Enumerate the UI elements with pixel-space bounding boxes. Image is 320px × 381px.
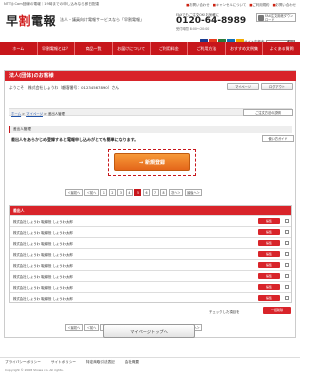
- table-row: 株式会社しょうわ 取締役 しょうわ太郎 編集: [10, 281, 291, 292]
- pager-next[interactable]: 次へ＞: [168, 189, 184, 196]
- row-checkbox[interactable]: [285, 263, 289, 267]
- edit-button[interactable]: 編集: [258, 218, 280, 224]
- table-row: 株式会社しょうわ 取締役 しょうわ太郎 編集: [10, 270, 291, 281]
- row-checkbox[interactable]: [285, 296, 289, 300]
- use-guide-button[interactable]: 使い方ガイド: [262, 135, 294, 142]
- footer-link-commerce-law[interactable]: 特定商取引法表記: [86, 358, 115, 366]
- sender-name: 株式会社しょうわ 取締役 しょうわ太郎: [13, 275, 73, 279]
- footer-link-site-policy[interactable]: サイトポリシー: [51, 358, 76, 366]
- new-register-highlight: → 新規登録: [108, 149, 196, 176]
- sender-name: 株式会社しょうわ 取締役 しょうわ太郎: [13, 264, 73, 268]
- edit-button[interactable]: 編集: [258, 240, 280, 246]
- freedial-number: 0120-64-8989: [176, 16, 247, 26]
- pager-top: ＜最初へ ＜前へ 1 2 3 4 5 6 7 8 次へ＞ 最後へ＞: [65, 189, 203, 197]
- sender-name: 株式会社しょうわ 取締役 しょうわ太郎: [13, 231, 73, 235]
- nav-faq[interactable]: よくある質問: [263, 42, 300, 55]
- fax-download-button[interactable]: FAX注文用紙ダウンロード: [256, 13, 296, 22]
- edit-button[interactable]: 編集: [258, 229, 280, 235]
- site-logo[interactable]: 早割電報: [6, 12, 56, 29]
- freedial-block: FAXでもご注文OK!お気軽に 0120-64-8989 受付時間 8:00〜2…: [176, 12, 254, 38]
- mypage-button[interactable]: マイページ: [227, 83, 259, 90]
- site-tagline: NTT/J:Com回線の電報｜19時までの申し込みなら即日配達: [4, 2, 100, 6]
- section-title: 差出人管理: [9, 126, 292, 133]
- nav-examples[interactable]: おすすめ文例集: [226, 42, 264, 55]
- nav-about[interactable]: 早割電報とは？: [38, 42, 76, 55]
- sender-name: 株式会社しょうわ 取締役 しょうわ太郎: [13, 253, 73, 257]
- footer-link-company[interactable]: 会社概要: [125, 358, 139, 366]
- pager-prev[interactable]: ＜前へ: [84, 324, 99, 331]
- table-row: 株式会社しょうわ 取締役 しょうわ太郎 編集: [10, 237, 291, 248]
- breadcrumb-home[interactable]: ホーム: [11, 112, 21, 116]
- header-subtitle: 法人・議員向け電報サービスなら「早割電報」: [60, 17, 144, 22]
- pager-first[interactable]: ＜最初へ: [65, 189, 83, 196]
- nav-pricing[interactable]: ご利用料金: [151, 42, 189, 55]
- bulk-note: チェックした項目を: [209, 310, 240, 314]
- edit-button[interactable]: 編集: [258, 295, 280, 301]
- fax-icon: [258, 15, 264, 21]
- corporate-panel: 法人(団体)のお客様 ようこそ 株式会社しょうわ（顧客番号：0123456789…: [4, 70, 296, 338]
- top-link-cancel[interactable]: ■キャンセルについて: [213, 2, 247, 7]
- pager-page[interactable]: 3: [117, 189, 125, 196]
- top-link-terms[interactable]: ■ご利用規約: [249, 2, 269, 7]
- row-checkbox[interactable]: [285, 274, 289, 278]
- nav-products[interactable]: 商品一覧: [75, 42, 113, 55]
- freedial-hours: 受付時間 8:00〜20:00: [176, 27, 210, 31]
- top-link-contact[interactable]: ■お問い合わせ: [186, 2, 210, 7]
- pager-page[interactable]: 2: [108, 189, 116, 196]
- pager-last[interactable]: 最後へ＞: [184, 189, 203, 196]
- nav-delivery[interactable]: お届けについて: [113, 42, 151, 55]
- breadcrumb-current: 差出人管理: [47, 112, 65, 116]
- sender-name: 株式会社しょうわ 取締役 しょうわ太郎: [13, 220, 73, 224]
- panel-title: 法人(団体)のお客様: [5, 71, 296, 81]
- sender-list-header: 差出人: [10, 206, 291, 215]
- pager-first[interactable]: ＜最初へ: [65, 324, 83, 331]
- top-link-inquiry[interactable]: ■お問い合わせ: [272, 2, 296, 7]
- pager-page[interactable]: 7: [151, 189, 159, 196]
- new-register-button[interactable]: → 新規登録: [114, 153, 190, 171]
- edit-button[interactable]: 編集: [258, 251, 280, 257]
- table-row: 株式会社しょうわ 取締役 しょうわ太郎 編集: [10, 292, 291, 303]
- mypage-top-button[interactable]: マイページトップへ: [103, 324, 195, 338]
- welcome-message: ようこそ 株式会社しょうわ（顧客番号：01234567890）さん: [9, 85, 120, 90]
- footer-link-privacy[interactable]: プライバシーポリシー: [5, 358, 41, 366]
- table-row: 株式会社しょうわ 取締役 しょうわ太郎 編集: [10, 215, 291, 226]
- pager-page[interactable]: 4: [125, 189, 133, 196]
- row-checkbox[interactable]: [285, 285, 289, 289]
- order-howto-button[interactable]: ご注文方法の説明: [243, 109, 293, 116]
- site-header: 早割電報 法人・議員向け電報サービスなら「早割電報」 FAXでもご注文OK!お気…: [0, 9, 300, 45]
- edit-button[interactable]: 編集: [258, 262, 280, 268]
- pager-page[interactable]: 8: [160, 189, 168, 196]
- pager-page[interactable]: 1: [100, 189, 108, 196]
- pager-prev[interactable]: ＜前へ: [84, 189, 99, 196]
- bulk-delete-button[interactable]: 一括削除: [263, 307, 291, 314]
- sender-list: 差出人 株式会社しょうわ 取締役 しょうわ太郎 編集 株式会社しょうわ 取締役 し…: [9, 205, 292, 303]
- logout-button[interactable]: ログアウト: [261, 83, 293, 90]
- table-row: 株式会社しょうわ 取締役 しょうわ太郎 編集: [10, 226, 291, 237]
- top-links: ■お問い合わせ ■キャンセルについて ■ご利用規約 ■お問い合わせ: [186, 2, 296, 7]
- edit-button[interactable]: 編集: [258, 273, 280, 279]
- pager-page[interactable]: 5: [134, 189, 142, 196]
- breadcrumb: ホーム > マイページ > 差出人管理: [11, 112, 65, 116]
- sender-name: 株式会社しょうわ 取締役 しょうわ太郎: [13, 297, 73, 301]
- row-checkbox[interactable]: [285, 241, 289, 245]
- sender-name: 株式会社しょうわ 取締役 しょうわ太郎: [13, 286, 73, 290]
- footer-links: プライバシーポリシー サイトポリシー 特定商取引法表記 会社概要: [0, 357, 300, 366]
- breadcrumb-mypage[interactable]: マイページ: [26, 112, 43, 116]
- edit-button[interactable]: 編集: [258, 284, 280, 290]
- table-row: 株式会社しょうわ 取締役 しょうわ太郎 編集: [10, 248, 291, 259]
- row-checkbox[interactable]: [285, 252, 289, 256]
- table-row: 株式会社しょうわ 取締役 しょうわ太郎 編集: [10, 259, 291, 270]
- copyright: Copyright © 2008 Showa co. All rights.: [5, 368, 64, 372]
- section-description: 差出人をあらかじめ登録すると電報申し込みがとても簡単になります。: [11, 137, 139, 142]
- row-checkbox[interactable]: [285, 230, 289, 234]
- row-checkbox[interactable]: [285, 219, 289, 223]
- nav-howto[interactable]: ご利用方法: [188, 42, 226, 55]
- top-bar: NTT/J:Com回線の電報｜19時までの申し込みなら即日配達 ■お問い合わせ …: [0, 0, 300, 9]
- main-nav: ホーム 早割電報とは？ 商品一覧 お届けについて ご利用料金 ご利用方法 おすす…: [0, 42, 300, 55]
- sender-name: 株式会社しょうわ 取締役 しょうわ太郎: [13, 242, 73, 246]
- pager-page[interactable]: 6: [142, 189, 150, 196]
- nav-home[interactable]: ホーム: [0, 42, 38, 55]
